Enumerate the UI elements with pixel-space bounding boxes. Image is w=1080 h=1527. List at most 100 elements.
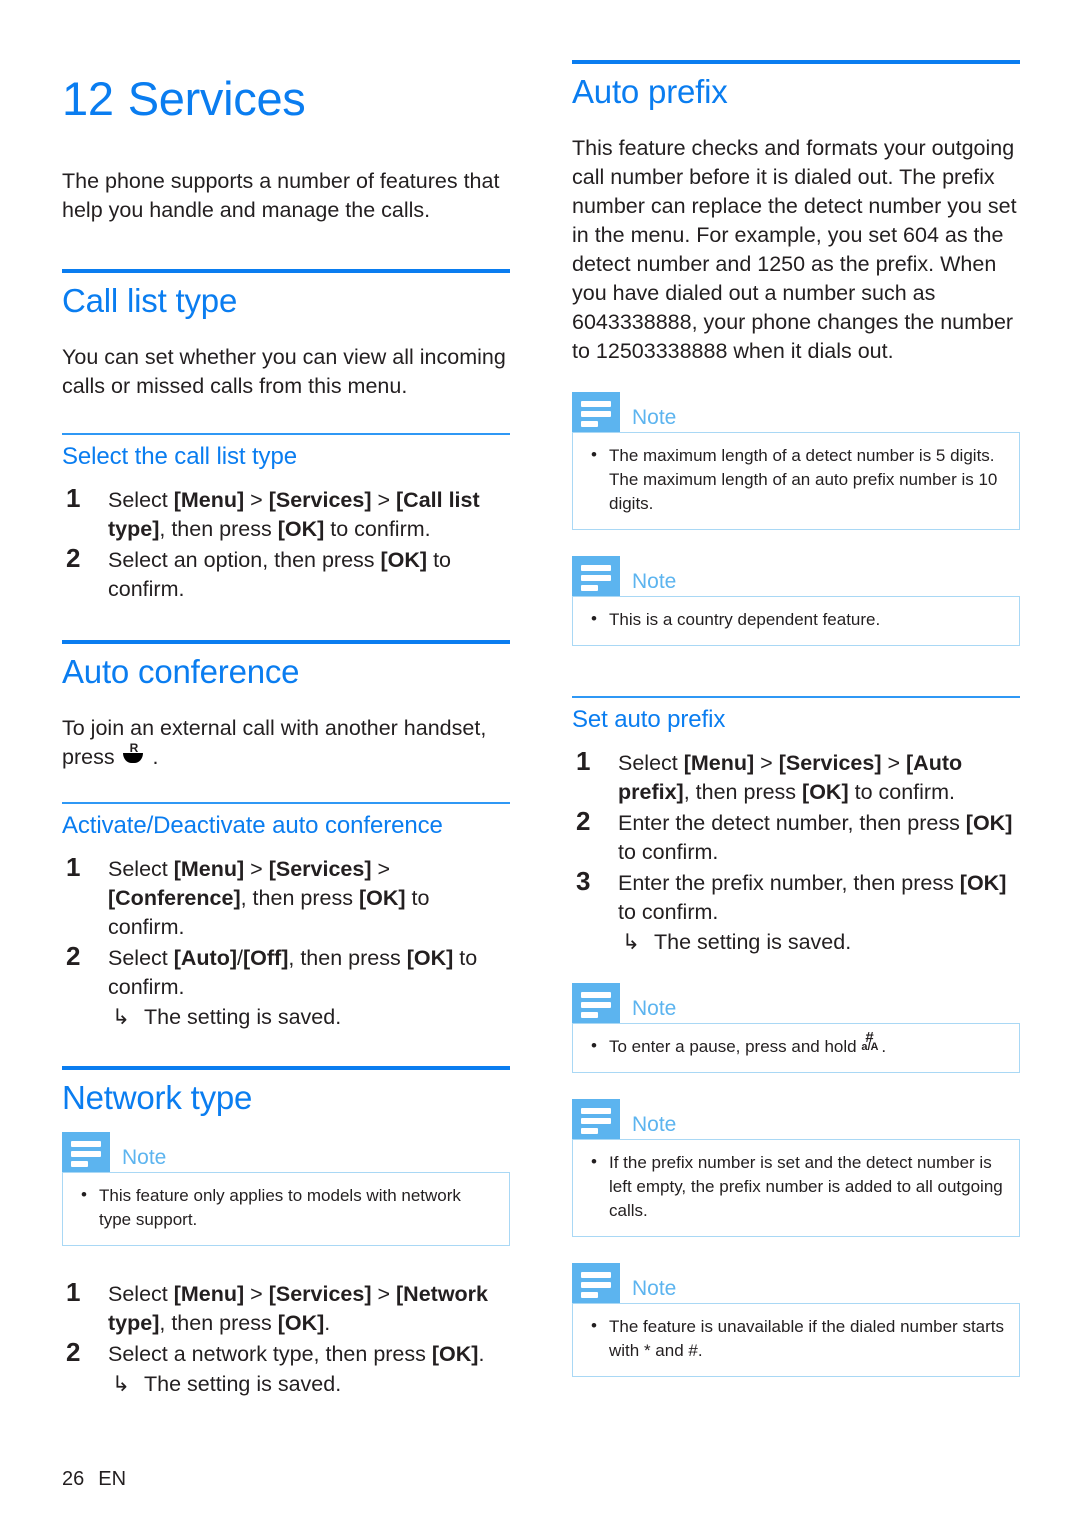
note-icon	[572, 1262, 620, 1303]
step-text: Select [Auto]/[Off], then press [OK] to …	[108, 945, 478, 999]
left-column: 12 Services The phone supports a number o…	[62, 60, 510, 1401]
step-item: 1 Select [Menu] > [Services] > [Call list…	[62, 483, 510, 544]
step-item: 2 Select [Auto]/[Off], then press [OK] to…	[62, 941, 510, 1032]
note-header: Note	[572, 1098, 1020, 1139]
note-text: If the prefix number is set and the dete…	[609, 1152, 1003, 1220]
subsection-heading: Select the call list type	[62, 443, 297, 471]
section-heading: Call list type	[62, 282, 238, 320]
note-box: Note • If the prefix number is set and th…	[572, 1098, 1020, 1237]
page-language: EN	[98, 1468, 127, 1490]
step-number: 2	[66, 543, 81, 574]
steps-list: 1 Select [Menu] > [Services] > [Conferenc…	[62, 851, 510, 1032]
result-text: The setting is saved.	[144, 1004, 342, 1029]
step-item: 1 Select [Menu] > [Services] > [Network t…	[62, 1276, 510, 1338]
result-arrow-icon: ↳	[112, 1371, 131, 1396]
step-text: Enter the detect number, then press [OK]…	[618, 810, 1013, 864]
note-box: Note • This is a country dependent featur…	[572, 555, 1020, 646]
note-text: This is a country dependent feature.	[609, 609, 881, 629]
step-result: ↳ The setting is saved.	[108, 1370, 510, 1399]
bullet-glyph: •	[81, 1184, 87, 1204]
note-item: • This feature only applies to models wit…	[77, 1184, 495, 1232]
section-network-type: Network type Note • This feature only app…	[62, 1065, 510, 1399]
page-title: 12 Services	[62, 60, 510, 123]
step-text: Enter the prefix number, then press [OK]…	[618, 870, 1007, 924]
step-result: ↳ The setting is saved.	[618, 928, 1020, 957]
note-item: • To enter a pause, press and hold # a/A.	[587, 1028, 1005, 1059]
step-item: 3 Enter the prefix number, then press [OK…	[572, 865, 1020, 957]
chapter-number: 12	[62, 72, 114, 125]
note-item: • The maximum length of a detect number i…	[587, 444, 1005, 516]
note-box: Note • To enter a pause, press and hold #…	[572, 982, 1020, 1073]
hash-aA-key-icon: # a/A	[861, 1028, 879, 1053]
step-text: Select [Menu] > [Services] > [Network ty…	[108, 1281, 488, 1335]
bullet-glyph: •	[591, 1151, 597, 1171]
section-heading: Network type	[62, 1078, 253, 1116]
subsection-heading: Activate/Deactivate auto conference	[62, 812, 443, 840]
note-header: Note	[572, 1262, 1020, 1303]
page-number: 26	[62, 1468, 85, 1490]
note-body: • The feature is unavailable if the diale…	[572, 1302, 1020, 1377]
section-call-list-type: Call list type You can set whether you c…	[62, 269, 510, 604]
subsection-rule	[62, 802, 510, 805]
step-text: Select an option, then press [OK] to con…	[108, 548, 451, 602]
note-label: Note	[632, 996, 677, 1020]
step-number: 1	[66, 851, 81, 882]
right-column: Auto prefix This feature checks and form…	[572, 60, 1020, 1377]
chapter-title-text: Services	[127, 72, 306, 125]
section-intro: To join an external call with another ha…	[62, 714, 510, 772]
note-box: Note • The maximum length of a detect num…	[572, 391, 1020, 530]
section-rule	[572, 60, 1020, 64]
step-number: 2	[66, 1336, 81, 1367]
section-auto-conference: Auto conference To join an external call…	[62, 640, 510, 1032]
step-item: 1 Select [Menu] > [Services] > [Conferenc…	[62, 851, 510, 942]
step-number: 1	[66, 483, 81, 514]
note-label: Note	[632, 1112, 677, 1136]
step-number: 3	[576, 865, 591, 896]
note-header: Note	[62, 1131, 510, 1172]
section-heading: Auto prefix	[572, 73, 728, 110]
step-item: 2 Select a network type, then press [OK].…	[62, 1336, 510, 1399]
recall-key-icon: R	[121, 742, 147, 766]
result-arrow-icon: ↳	[112, 1004, 131, 1029]
result-text: The setting is saved.	[144, 1371, 342, 1396]
note-body: • The maximum length of a detect number i…	[572, 431, 1020, 530]
bullet-glyph: •	[591, 444, 597, 464]
step-text: Select [Menu] > [Services] > [Auto prefi…	[618, 750, 963, 804]
bullet-glyph: •	[591, 1035, 597, 1055]
note-text: The maximum length of a detect number is…	[609, 445, 998, 513]
result-arrow-icon: ↳	[622, 929, 641, 954]
note-text: This feature only applies to models with…	[99, 1185, 461, 1229]
bullet-glyph: •	[591, 608, 597, 628]
step-number: 1	[576, 745, 591, 776]
page-footer: 26 EN	[62, 1468, 126, 1491]
step-text: Select a network type, then press [OK].	[108, 1341, 485, 1366]
note-text-after: .	[881, 1036, 887, 1056]
chapter-intro: The phone supports a number of features …	[62, 169, 500, 223]
note-icon	[62, 1131, 110, 1172]
note-header: Note	[572, 982, 1020, 1023]
section-intro: You can set whether you can view all inc…	[62, 345, 506, 399]
section-auto-prefix: Auto prefix This feature checks and form…	[572, 60, 1020, 1377]
section-rule	[62, 640, 510, 645]
intro-text-after: .	[146, 745, 159, 770]
section-intro: This feature checks and formats your out…	[572, 135, 1017, 363]
bullet-glyph: •	[591, 1315, 597, 1335]
note-label: Note	[632, 569, 677, 593]
note-body: • To enter a pause, press and hold # a/A.	[572, 1022, 1020, 1073]
note-label: Note	[632, 405, 677, 429]
note-box: Note • This feature only applies to model…	[62, 1131, 510, 1246]
step-result: ↳ The setting is saved.	[108, 1003, 510, 1032]
note-label: Note	[122, 1145, 167, 1169]
section-rule	[62, 269, 510, 274]
steps-list: 1 Select [Menu] > [Services] > [Auto pref…	[572, 745, 1020, 957]
step-number: 1	[66, 1276, 81, 1307]
manual-page: 12 Services The phone supports a number o…	[0, 0, 1080, 1527]
note-item: • If the prefix number is set and the det…	[587, 1151, 1005, 1223]
subsection-rule	[62, 433, 510, 436]
step-item: 2 Enter the detect number, then press [OK…	[572, 806, 1020, 867]
section-rule	[62, 1065, 510, 1070]
note-box: Note • The feature is unavailable if the …	[572, 1262, 1020, 1377]
step-item: 2 Select an option, then press [OK] to co…	[62, 543, 510, 604]
step-item: 1 Select [Menu] > [Services] > [Auto pref…	[572, 745, 1020, 807]
note-icon	[572, 1098, 620, 1139]
